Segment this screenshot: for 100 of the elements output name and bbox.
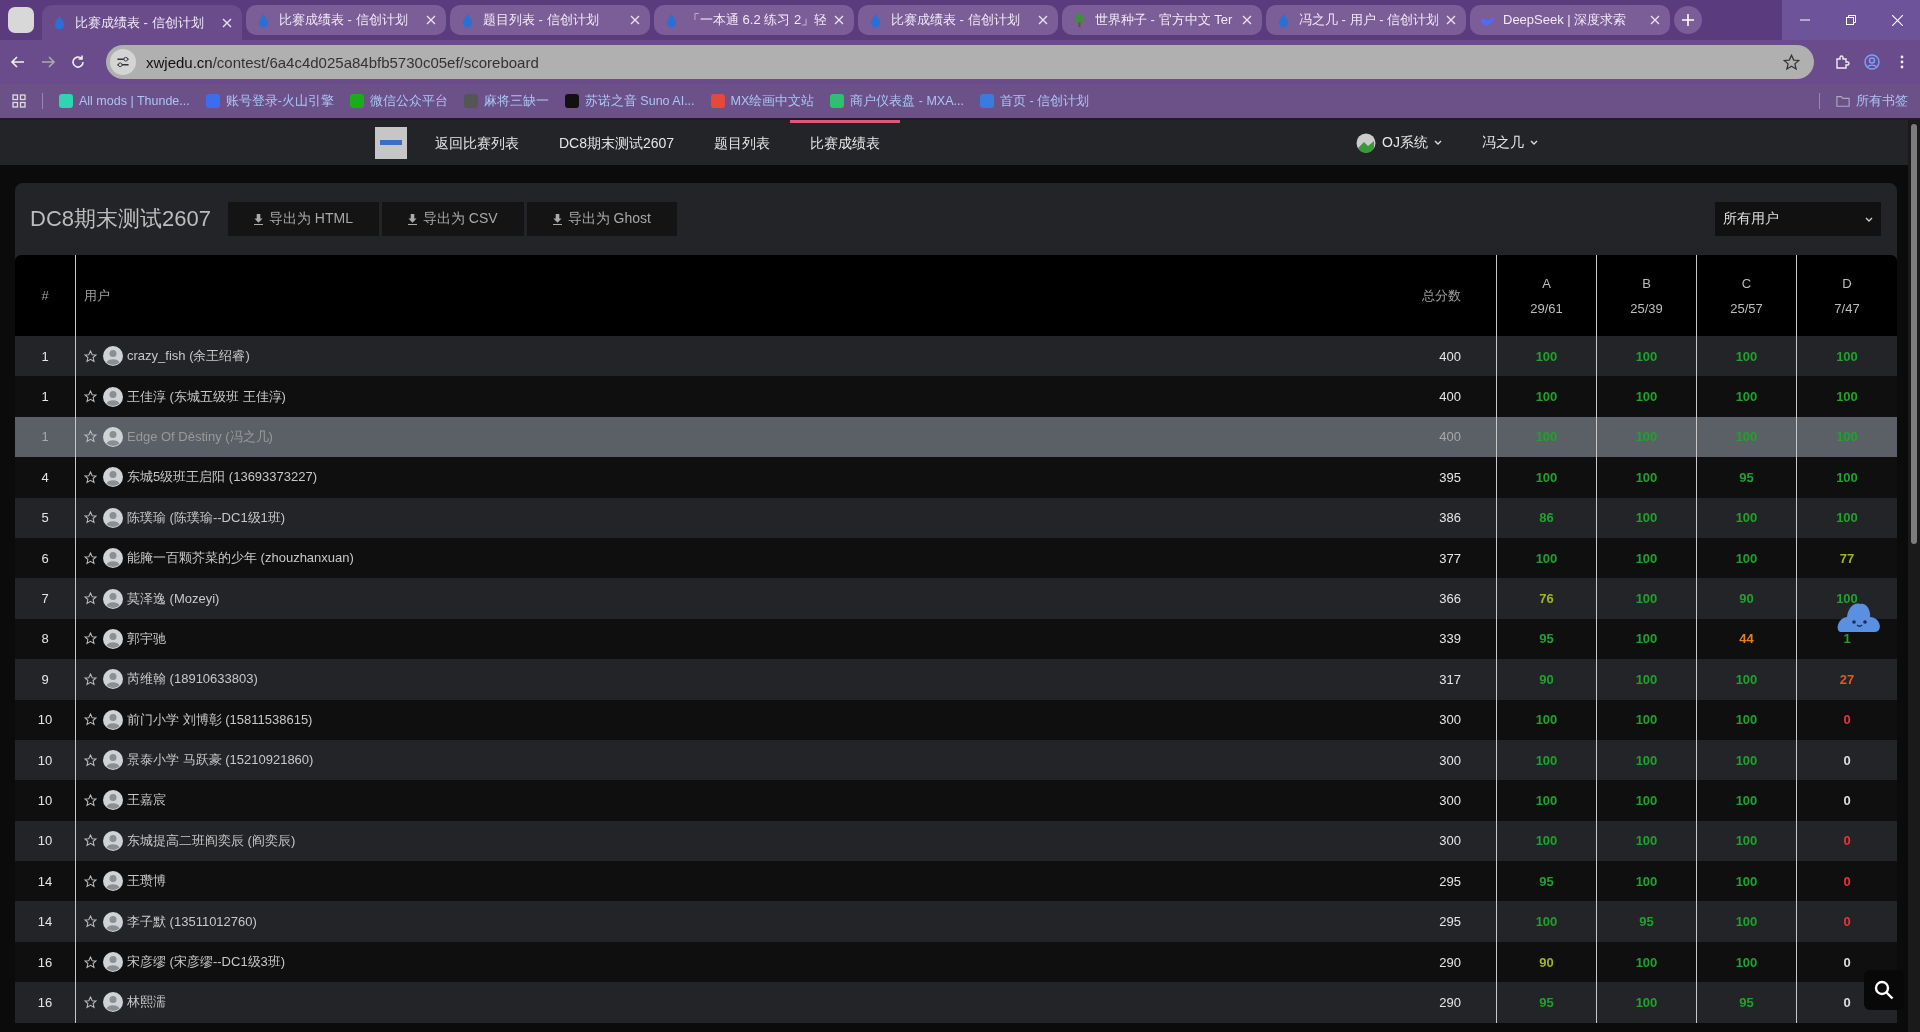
- site-info-icon[interactable]: [110, 49, 136, 75]
- nav-link[interactable]: 返回比赛列表: [415, 120, 539, 165]
- user-name[interactable]: 芮维翰 (18910633803): [127, 670, 258, 689]
- nav-link[interactable]: DC8期末测试2607: [539, 120, 695, 165]
- problem-letter[interactable]: B: [1642, 275, 1651, 291]
- user-name[interactable]: 郭宇驰: [127, 629, 166, 648]
- star-icon[interactable]: [84, 753, 97, 767]
- user-filter-select[interactable]: 所有用户: [1715, 202, 1881, 236]
- user-name[interactable]: 莫泽逸 (Mozeyi): [127, 589, 220, 608]
- scrollbar[interactable]: [1908, 120, 1920, 1032]
- problem-letter[interactable]: D: [1842, 275, 1852, 291]
- close-icon[interactable]: [222, 17, 232, 28]
- browser-tab[interactable]: 「一本通 6.2 练习 2」轻: [654, 5, 854, 35]
- tab-search-button[interactable]: [8, 7, 34, 33]
- nav-link[interactable]: 题目列表: [694, 120, 791, 165]
- star-icon[interactable]: [84, 511, 97, 525]
- forward-icon[interactable]: [40, 54, 56, 70]
- bookmark-item[interactable]: 苏诺之音 Suno AI...: [564, 92, 695, 110]
- user-name[interactable]: 东城5级班王启阳 (13693373227): [127, 468, 318, 487]
- user-name[interactable]: 李子默 (13511012760): [127, 912, 257, 931]
- star-icon[interactable]: [84, 470, 97, 484]
- close-icon[interactable]: [630, 15, 640, 25]
- nav-link[interactable]: 比赛成绩表: [790, 120, 901, 165]
- user-name[interactable]: 景泰小学 马跃豪 (15210921860): [127, 751, 314, 770]
- star-icon[interactable]: [84, 955, 97, 969]
- star-icon[interactable]: [84, 874, 97, 888]
- bookmark-item[interactable]: 商户仪表盘 - MXA...: [830, 92, 964, 110]
- rank-cell: 16: [37, 954, 53, 970]
- export-button[interactable]: 导出为 CSV: [381, 202, 524, 236]
- problem-score: 95: [1539, 631, 1554, 647]
- system-menu[interactable]: OJ系统: [1356, 132, 1442, 153]
- star-icon[interactable]: [84, 713, 97, 727]
- browser-tab[interactable]: 比赛成绩表 - 信创计划: [42, 5, 242, 40]
- star-icon[interactable]: [84, 834, 97, 848]
- user-name[interactable]: 前门小学 刘博彰 (15811538615): [127, 710, 313, 729]
- browser-tab[interactable]: 冯之几 - 用户 - 信创计划: [1266, 5, 1466, 35]
- total-score: 400: [1439, 389, 1461, 405]
- user-name[interactable]: 王嘉宸: [127, 791, 166, 810]
- problem-score: 95: [1639, 914, 1654, 930]
- address-bar[interactable]: xwjedu.cn/contest/6a4c4d025a84bfb5730c05ef/scoreboard: [106, 45, 1814, 79]
- user-menu[interactable]: 冯之几: [1482, 132, 1538, 153]
- star-icon[interactable]: [84, 632, 97, 646]
- user-name[interactable]: crazy_fish (余王绍睿): [127, 347, 250, 366]
- close-icon[interactable]: [1446, 15, 1456, 25]
- bookmark-item[interactable]: All mods | Thunde...: [59, 94, 190, 108]
- problem-letter[interactable]: A: [1542, 275, 1551, 291]
- bookmark-favicon-icon: [710, 94, 725, 108]
- download-icon: [407, 213, 417, 225]
- bookmark-item[interactable]: 账号登录-火山引擎: [205, 92, 334, 110]
- browser-tab[interactable]: 题目列表 - 信创计划: [450, 5, 650, 35]
- all-bookmarks-button[interactable]: 所有书签: [1836, 92, 1908, 110]
- problem-score: 77: [1839, 550, 1855, 566]
- extensions-icon[interactable]: [1834, 54, 1850, 70]
- browser-tab[interactable]: 世界种子 - 官方中文 Ter: [1062, 5, 1262, 35]
- problem-score: 100: [1735, 712, 1758, 728]
- user-name[interactable]: 林熙濡: [127, 993, 166, 1012]
- close-icon[interactable]: [1038, 15, 1048, 25]
- problem-score: 44: [1739, 631, 1754, 647]
- user-name[interactable]: 王佳淳 (东城五级班 王佳淳): [127, 387, 286, 406]
- rank-cell: 8: [41, 631, 49, 647]
- close-icon[interactable]: [1650, 15, 1660, 25]
- star-icon[interactable]: [84, 390, 97, 404]
- total-score: 300: [1439, 712, 1461, 728]
- close-icon[interactable]: [834, 15, 844, 25]
- user-name[interactable]: 东城提高二班阎奕辰 (阎奕辰): [127, 831, 296, 850]
- star-icon[interactable]: [84, 915, 97, 929]
- back-icon[interactable]: [10, 54, 26, 70]
- export-button[interactable]: 导出为 HTML: [227, 202, 379, 236]
- export-button[interactable]: 导出为 Ghost: [526, 202, 677, 236]
- user-name[interactable]: 宋彦缪 (宋彦缪--DC1级3班): [127, 953, 286, 972]
- bookmark-item[interactable]: MX绘画中文站: [710, 92, 815, 110]
- site-logo[interactable]: [375, 126, 407, 159]
- problem-score: 1: [1843, 631, 1851, 647]
- close-icon[interactable]: [1242, 15, 1252, 25]
- user-name[interactable]: 能腌一百颗芥菜的少年 (zhouzhanxuan): [127, 549, 354, 568]
- close-icon[interactable]: [426, 15, 436, 25]
- browser-tab[interactable]: 比赛成绩表 - 信创计划: [858, 5, 1058, 35]
- bookmark-item[interactable]: 麻将三缺一: [463, 92, 549, 110]
- problem-letter[interactable]: C: [1741, 275, 1752, 291]
- star-icon[interactable]: [84, 592, 97, 606]
- drop-icon: [868, 12, 883, 28]
- user-name[interactable]: 王瓒博: [127, 872, 166, 891]
- browser-tab[interactable]: DeepSeek | 深度求索: [1470, 5, 1670, 35]
- new-tab-button[interactable]: [1674, 6, 1702, 34]
- user-name[interactable]: 陈璞瑜 (陈璞瑜--DC1级1班): [127, 508, 286, 527]
- bookmark-favicon-icon: [830, 94, 845, 108]
- bookmark-item[interactable]: 微信公众平台: [349, 92, 448, 110]
- apps-grid-icon[interactable]: [12, 94, 26, 108]
- restore-icon: [1846, 15, 1856, 25]
- profile-icon[interactable]: [1864, 54, 1880, 70]
- bookmark-star-icon[interactable]: [1783, 53, 1800, 71]
- star-icon[interactable]: [84, 551, 97, 565]
- bookmark-item[interactable]: 首页 - 信创计划: [979, 92, 1090, 110]
- browser-tab[interactable]: 比赛成绩表 - 信创计划: [246, 5, 446, 35]
- star-icon[interactable]: [84, 794, 97, 807]
- reload-icon[interactable]: [70, 54, 86, 70]
- star-icon[interactable]: [84, 349, 97, 363]
- star-icon[interactable]: [84, 430, 97, 444]
- star-icon[interactable]: [84, 672, 97, 686]
- star-icon[interactable]: [84, 995, 97, 1009]
